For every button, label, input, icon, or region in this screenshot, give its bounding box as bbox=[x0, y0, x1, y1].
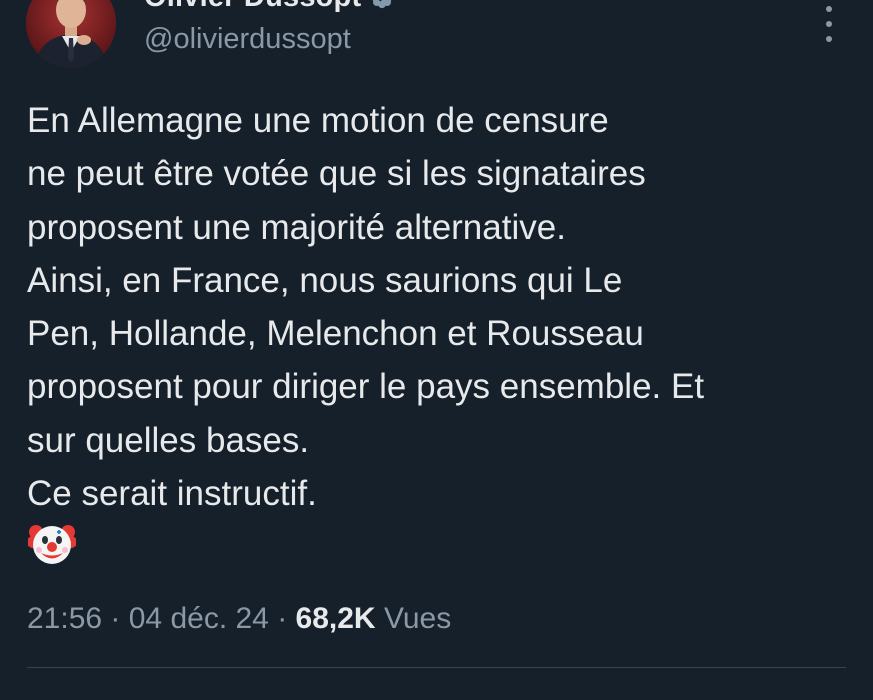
separator: · bbox=[268, 602, 296, 635]
tweet-time[interactable]: 21:56 bbox=[27, 602, 102, 635]
profile-photo-icon bbox=[26, 0, 116, 68]
tweet-line: En Allemagne une motion de censure bbox=[27, 101, 609, 140]
tweet-line: Ce serait instructif. bbox=[27, 474, 317, 514]
tweet-text: En Allemagne une motion de censure ne pe… bbox=[27, 94, 857, 520]
more-options-icon[interactable] bbox=[822, 6, 836, 42]
tweet-header: Olivier Dussopt @olivierdussopt bbox=[26, 0, 846, 74]
tweet-date[interactable]: 04 déc. 24 bbox=[129, 602, 269, 635]
handle[interactable]: @olivierdussopt bbox=[144, 23, 395, 56]
views-count[interactable]: 68,2K bbox=[296, 602, 376, 635]
display-name[interactable]: Olivier Dussopt bbox=[144, 0, 361, 14]
dot bbox=[826, 36, 832, 42]
display-name-row: Olivier Dussopt bbox=[144, 0, 395, 16]
tweet-line: Pen, Hollande, Melenchon et Rousseau bbox=[27, 314, 644, 354]
tweet-line: proposent pour diriger le pays ensemble.… bbox=[27, 367, 705, 407]
tweet-line: Ainsi, en France, nous saurions qui Le bbox=[27, 260, 623, 300]
author-names: Olivier Dussopt @olivierdussopt bbox=[144, 0, 395, 56]
tweet-metadata: 21:56 · 04 déc. 24 · 68,2K Vues bbox=[27, 602, 451, 636]
verified-badge-icon[interactable] bbox=[369, 0, 395, 10]
tweet-line: proposent une majorité alternative. bbox=[27, 207, 566, 247]
dot bbox=[826, 6, 832, 12]
dot bbox=[826, 21, 832, 27]
clown-face-icon bbox=[28, 525, 76, 564]
separator: · bbox=[102, 602, 129, 635]
tweet-line: ne peut être votée que si les signataire… bbox=[27, 154, 646, 194]
avatar[interactable] bbox=[26, 0, 116, 68]
tweet-line: sur quelles bases. bbox=[27, 420, 310, 460]
tweet[interactable]: Olivier Dussopt @olivierdussopt En Allem… bbox=[0, 0, 873, 700]
views-label[interactable]: Vues bbox=[376, 602, 451, 635]
divider bbox=[27, 667, 846, 668]
